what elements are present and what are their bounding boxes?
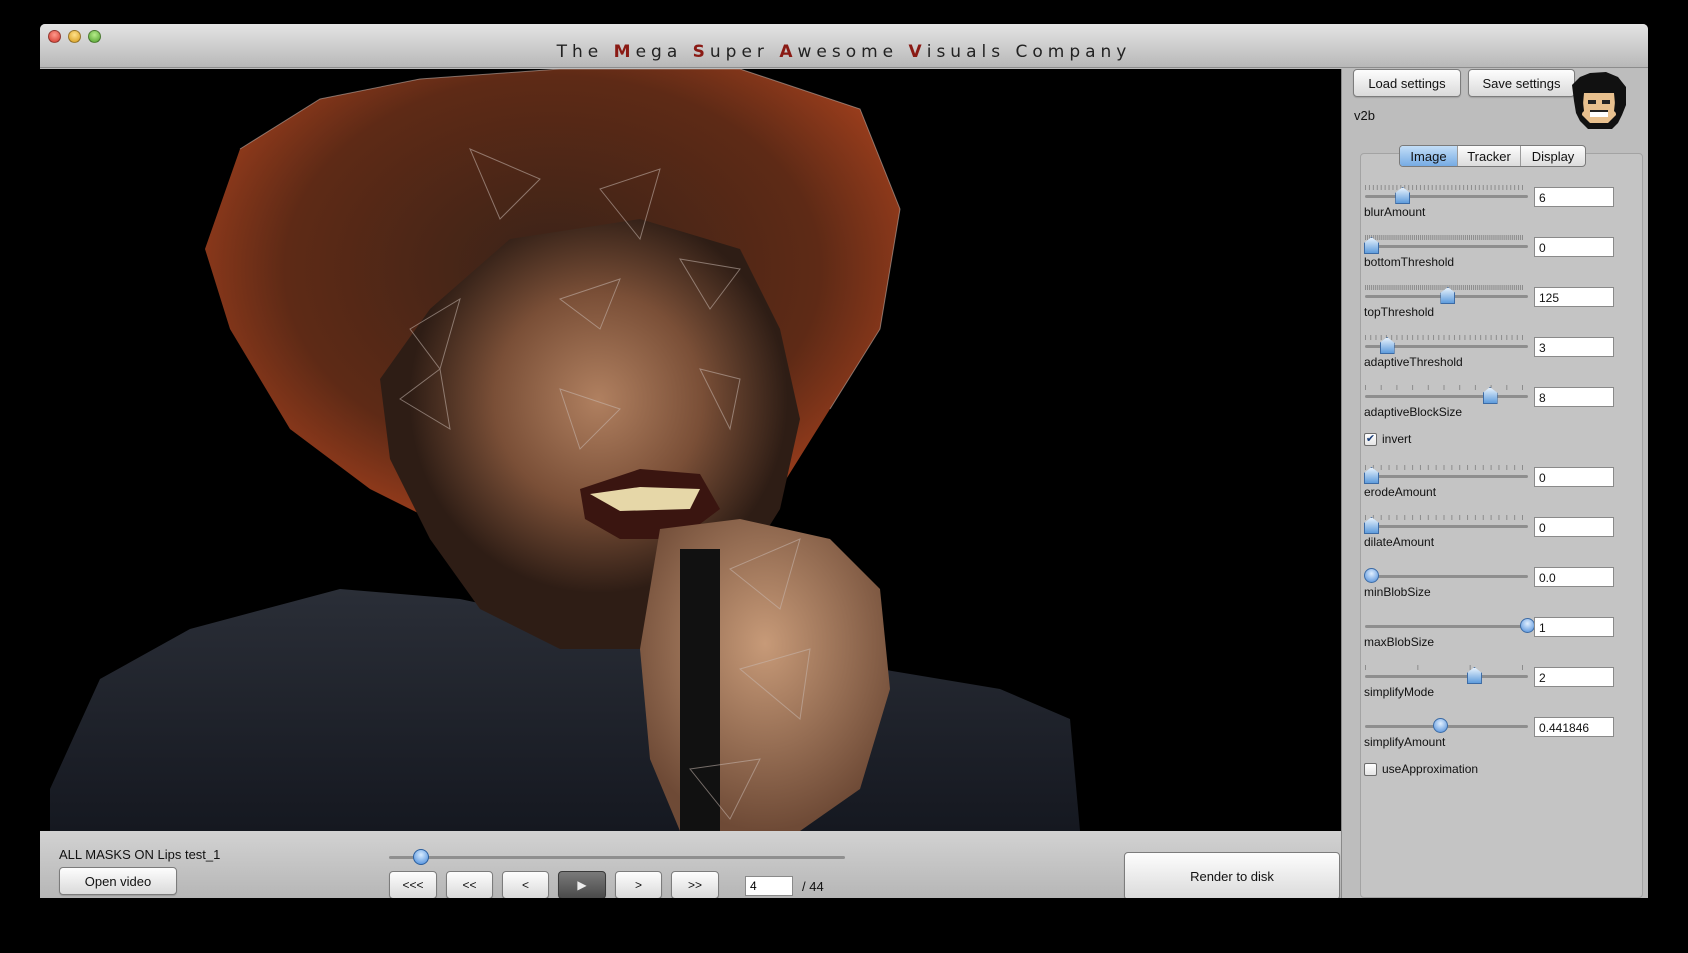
slider-label: adaptiveBlockSize [1364,405,1463,419]
seek-track[interactable] [389,856,845,859]
slider-maxBlobSize: maxBlobSize 1 [1342,610,1648,660]
slider-blurAmount: blurAmount 6 [1342,180,1648,230]
title-text: isuals [926,42,1016,62]
slider-ticks [1365,665,1523,670]
play-button[interactable]: ▶ [558,871,606,898]
app-window: The Mega Super Awesome Visuals Company A… [40,24,1648,898]
slider-thumb[interactable] [1364,568,1379,583]
title-accent-letter: A [779,42,798,62]
slider-value-field[interactable]: 0.0 [1534,567,1614,587]
tab-tracker[interactable]: Tracker [1458,146,1521,166]
slider-value-field[interactable]: 8 [1534,387,1614,407]
slider-value-field[interactable]: 0 [1534,237,1614,257]
title-accent-letter: V [908,42,927,62]
title-accent-letter: M [613,42,636,62]
slider-topThreshold: topThreshold 125 [1342,280,1648,330]
slider-value-field[interactable]: 2 [1534,667,1614,687]
forward-button[interactable]: >> [671,871,719,898]
slider-adaptiveThreshold: adaptiveThreshold 3 [1342,330,1648,380]
open-video-button[interactable]: Open video [59,867,177,895]
title-text: uper [709,42,780,62]
slider-ticks [1365,515,1523,520]
slider-track[interactable] [1365,195,1528,198]
settings-tab-bar: Image Tracker Display [1399,145,1586,167]
checkbox-useApproximation[interactable]: useApproximation [1364,762,1478,776]
slider-bottomThreshold: bottomThreshold 0 [1342,230,1648,280]
seek-slider-knob[interactable] [412,849,429,865]
first-frame-button[interactable]: <<< [389,871,437,898]
slider-label: adaptiveThreshold [1364,355,1463,369]
frame-total: / 44 [802,879,824,894]
title-text: ega [635,42,693,62]
tab-display[interactable]: Display [1521,146,1585,166]
slider-track[interactable] [1365,625,1528,628]
slider-value-field[interactable]: 0 [1534,467,1614,487]
slider-value-field[interactable]: 1 [1534,617,1614,637]
video-frame-image [40,69,1341,831]
slider-erodeAmount: erodeAmount 0 [1342,460,1648,510]
slider-value-field[interactable]: 0 [1534,517,1614,537]
next-frame-button[interactable]: > [615,871,662,898]
slider-ticks [1365,185,1523,190]
checkbox-label: invert [1382,432,1412,446]
checkbox-label: useApproximation [1382,762,1479,776]
slider-label: erodeAmount [1364,485,1437,499]
slider-thumb[interactable] [1520,618,1535,633]
slider-value-field[interactable]: 3 [1534,337,1614,357]
slider-value-field[interactable]: 0.441846 [1534,717,1614,737]
version-label: v2b [1354,108,1375,123]
slider-label: maxBlobSize [1364,635,1435,649]
slider-track[interactable] [1365,245,1528,248]
slider-label: topThreshold [1364,305,1435,319]
logo-avatar-icon [1572,72,1626,129]
title-bar[interactable]: The Mega Super Awesome Visuals Company [40,24,1648,68]
render-to-disk-button[interactable]: Render to disk [1124,852,1340,898]
title-text: Company [1015,42,1132,62]
save-settings-button[interactable]: Save settings [1468,69,1575,97]
slider-label: simplifyMode [1364,685,1435,699]
slider-label: dilateAmount [1364,535,1435,549]
load-settings-button[interactable]: Load settings [1353,69,1461,97]
tab-image[interactable]: Image [1400,146,1458,166]
slider-dilateAmount: dilateAmount 0 [1342,510,1648,560]
slider-ticks [1365,465,1523,470]
title-text: The [556,42,614,62]
slider-track[interactable] [1365,395,1528,398]
slider-simplifyAmount: simplifyAmount 0.441846 [1342,710,1648,760]
slider-track[interactable] [1365,475,1528,478]
rewind-button[interactable]: << [446,871,493,898]
slider-track[interactable] [1365,675,1528,678]
title-accent-letter: S [692,42,710,62]
status-text: ALL MASKS ON Lips test_1 [59,847,221,862]
slider-label: bottomThreshold [1364,255,1455,269]
slider-adaptiveBlockSize: adaptiveBlockSize 8 [1342,380,1648,430]
checkbox-invert[interactable]: ✔ invert [1364,432,1411,446]
slider-ticks [1365,285,1523,290]
slider-ticks [1365,385,1523,390]
slider-simplifyMode: simplifyMode 2 [1342,660,1648,710]
checkmark-icon[interactable]: ✔ [1364,432,1377,446]
frame-number-field[interactable]: 4 [745,876,793,896]
slider-track[interactable] [1365,575,1528,578]
title-text: wesome [797,42,909,62]
slider-minBlobSize: minBlobSize 0.0 [1342,560,1648,610]
slider-value-field[interactable]: 125 [1534,287,1614,307]
slider-thumb[interactable] [1432,718,1448,733]
checkbox-box[interactable] [1364,762,1377,776]
slider-label: minBlobSize [1364,585,1431,599]
video-preview [40,69,1341,831]
slider-label: blurAmount [1364,205,1426,219]
previous-frame-button[interactable]: < [502,871,549,898]
transport-bar: ALL MASKS ON Lips test_1 Open video <<< … [40,831,1341,898]
slider-track[interactable] [1365,525,1528,528]
slider-value-field[interactable]: 6 [1534,187,1614,207]
slider-ticks [1365,235,1523,240]
slider-label: simplifyAmount [1364,735,1446,749]
settings-panel: Load settings Save settings v2b Image Tra… [1341,69,1648,898]
window-title: The Mega Super Awesome Visuals Company [40,42,1648,62]
